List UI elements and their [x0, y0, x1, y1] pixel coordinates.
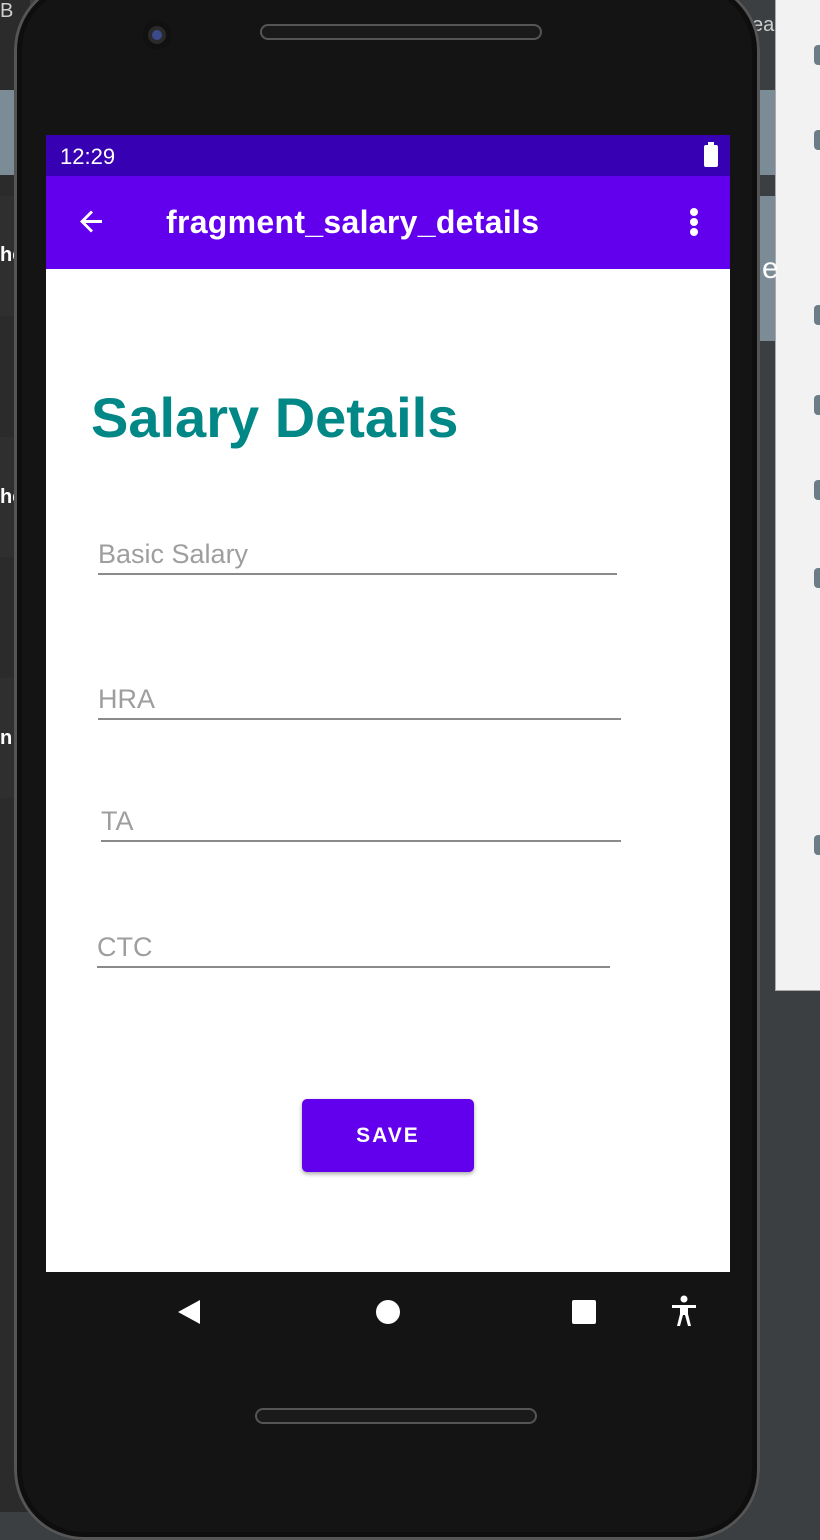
ta-field — [101, 802, 621, 842]
accessibility-icon — [672, 1295, 696, 1326]
nav-home-button[interactable] — [368, 1292, 408, 1332]
nav-accessibility-button[interactable] — [664, 1292, 704, 1332]
save-button[interactable]: SAVE — [302, 1099, 474, 1172]
earpiece-speaker — [260, 24, 542, 40]
ide-tool-icon[interactable] — [814, 480, 820, 500]
ctc-input[interactable] — [97, 928, 610, 968]
app-bar-title: fragment_salary_details — [166, 204, 540, 240]
basic-salary-field — [98, 535, 617, 575]
arrow-back-icon — [80, 210, 102, 233]
ide-fragment-text: B — [0, 0, 14, 22]
ide-tool-icon[interactable] — [814, 395, 820, 415]
ide-tool-icon[interactable] — [814, 305, 820, 325]
system-nav-bar — [46, 1272, 730, 1352]
battery-icon — [704, 142, 718, 167]
ide-tool-icon[interactable] — [814, 835, 820, 855]
ide-tool-icon[interactable] — [814, 45, 820, 65]
recents-square-icon — [572, 1300, 596, 1324]
ctc-field — [97, 928, 610, 968]
ide-tool-icon[interactable] — [814, 130, 820, 150]
ide-strip — [760, 90, 775, 175]
bottom-speaker — [255, 1408, 537, 1424]
status-bar: 12:29 — [46, 135, 730, 176]
ide-fragment-text: n — [0, 727, 13, 749]
hra-input[interactable] — [98, 680, 621, 720]
page-heading: Salary Details — [91, 386, 459, 449]
nav-recents-button[interactable] — [564, 1292, 604, 1332]
ide-fragment-text: e — [762, 252, 779, 285]
nav-back-button[interactable] — [170, 1292, 210, 1332]
back-triangle-icon — [178, 1300, 200, 1324]
home-circle-icon — [376, 1300, 400, 1324]
camera-icon — [142, 20, 172, 50]
more-vert-icon — [690, 208, 698, 236]
hra-field — [98, 680, 621, 720]
overflow-menu-button[interactable] — [676, 198, 712, 246]
ta-input[interactable] — [101, 802, 621, 842]
device-screen: 12:29 fragment_salary_details Salary Det… — [46, 135, 730, 1272]
status-time: 12:29 — [60, 144, 116, 169]
back-button[interactable] — [68, 198, 116, 246]
ide-tool-panel — [775, 0, 820, 991]
ide-tool-icon[interactable] — [814, 568, 820, 588]
basic-salary-input[interactable] — [98, 535, 617, 575]
app-bar: fragment_salary_details — [46, 176, 730, 269]
